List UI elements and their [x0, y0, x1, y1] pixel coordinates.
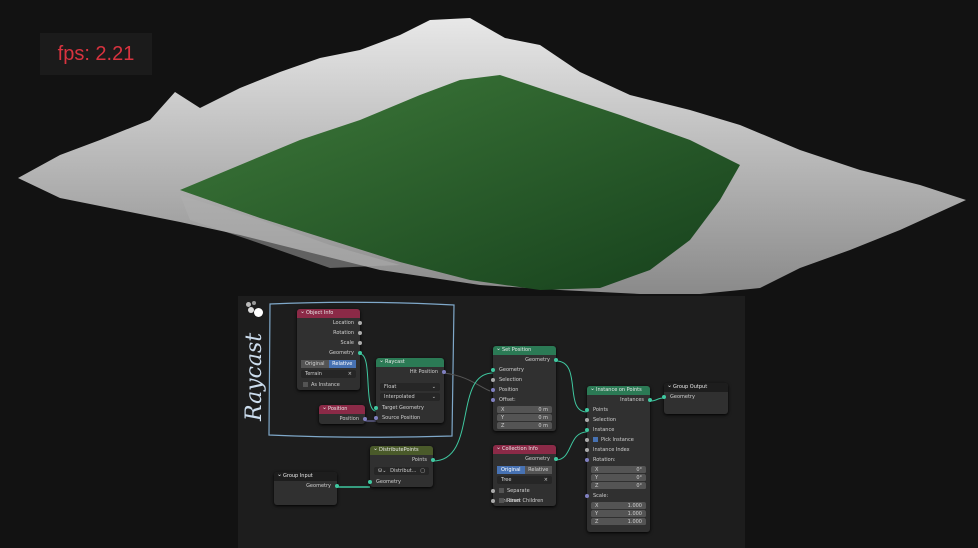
input-offset: Offset:	[491, 395, 556, 405]
node-group-selector[interactable]: ⛁⌄ Distribut... ▢	[374, 467, 429, 475]
group-input-node[interactable]: Group Input Geometry	[274, 470, 339, 505]
original-option[interactable]: Original	[497, 466, 525, 474]
node-header[interactable]: Raycast	[376, 356, 444, 367]
output-position: Position	[319, 414, 367, 424]
output-rotation: Rotation	[297, 328, 362, 338]
frame-label: Raycast	[242, 332, 267, 421]
set-position-node[interactable]: Set Position Geometry Geometry Selection…	[491, 344, 558, 431]
offset-y[interactable]: Y0 m	[497, 414, 552, 422]
node-header[interactable]: Collection Info	[493, 443, 556, 454]
input-instance-index: Instance Index	[585, 445, 650, 455]
rotation-x[interactable]: X 0°	[591, 466, 646, 474]
group-output-node[interactable]: Group Output Geometry	[662, 381, 728, 414]
output-instances: Instances	[587, 395, 652, 405]
node-header[interactable]: Instance on Points	[587, 384, 650, 395]
output-geometry: Geometry	[297, 348, 362, 358]
node-header[interactable]: DistributePoints	[370, 444, 433, 455]
offset-vector[interactable]: X0 m Y0 m Z0 m	[497, 406, 552, 430]
original-option[interactable]: Original	[301, 360, 329, 368]
scale-x[interactable]: X 1.000	[591, 502, 646, 510]
input-target-geometry: Target Geometry	[374, 403, 444, 413]
pick-instance-checkbox[interactable]: Pick Instance	[585, 435, 650, 445]
offset-z[interactable]: Z0 m	[497, 422, 552, 430]
object-field[interactable]: Terrain ×	[301, 370, 356, 378]
transform-space-toggle[interactable]: Original Relative	[301, 360, 356, 368]
distribute-points-node[interactable]: DistributePoints Points ⛁⌄Distribut...▢ …	[368, 444, 435, 487]
input-rotation: Rotation:	[585, 455, 650, 465]
output-hit-position: Hit Position	[376, 367, 446, 377]
input-instance: Instance	[585, 425, 650, 435]
output-geometry: Geometry	[274, 481, 339, 491]
rotation-z[interactable]: Z 0°	[591, 482, 646, 490]
rotation-y[interactable]: Y 0°	[591, 474, 646, 482]
raycast-node[interactable]: Raycast Hit Position Float⌄ Interpolated…	[374, 356, 446, 423]
node-header[interactable]: Position	[319, 403, 365, 414]
node-header[interactable]: Group Output	[664, 381, 728, 392]
mapping-dropdown[interactable]: Interpolated ⌄	[380, 393, 440, 401]
input-points: Points	[585, 405, 650, 415]
output-geometry: Geometry	[493, 355, 558, 365]
input-position: Position	[491, 385, 556, 395]
input-geometry: Geometry	[662, 392, 728, 402]
transform-space-toggle[interactable]: Original Relative	[497, 466, 552, 474]
data-type-dropdown[interactable]: Float ⌄	[380, 383, 440, 391]
output-geometry: Geometry	[493, 454, 558, 464]
clear-icon[interactable]: ×	[348, 370, 352, 378]
fps-counter: fps: 2.21	[40, 33, 152, 75]
relative-option[interactable]: Relative	[524, 466, 552, 474]
separate-children-checkbox[interactable]: Separate Children	[491, 486, 556, 504]
scale-vector[interactable]: X 1.000 Y 1.000 Z 1.000	[591, 502, 646, 526]
node-header[interactable]: Set Position	[493, 344, 556, 355]
clear-icon[interactable]: ×	[544, 476, 548, 484]
scale-y[interactable]: Y 1.000	[591, 510, 646, 518]
scale-z[interactable]: Z 1.000	[591, 518, 646, 526]
fake-user-icon[interactable]: ▢	[420, 467, 425, 475]
node-editor[interactable]: Raycast Object Info Location Rotation Sc…	[238, 296, 745, 548]
input-geometry: Geometry	[368, 477, 433, 487]
output-points: Points	[370, 455, 435, 465]
offset-x[interactable]: X0 m	[497, 406, 552, 414]
reset-children-checkbox[interactable]: Reset Children	[491, 496, 556, 506]
as-instance-checkbox[interactable]: As Instance	[297, 380, 360, 390]
relative-option[interactable]: Relative	[328, 360, 356, 368]
position-node[interactable]: Position Position	[319, 403, 367, 424]
rotation-vector[interactable]: X 0° Y 0° Z 0°	[591, 466, 646, 490]
object-info-node[interactable]: Object Info Location Rotation Scale Geom…	[297, 307, 362, 390]
output-location: Location	[297, 318, 362, 328]
input-scale: Scale:	[585, 491, 650, 501]
input-source-position: Source Position	[374, 413, 444, 423]
node-header[interactable]: Group Input	[274, 470, 337, 481]
input-selection: Selection	[491, 375, 556, 385]
collection-info-node[interactable]: Collection Info Geometry OriginalRelativ…	[491, 443, 558, 506]
output-scale: Scale	[297, 338, 362, 348]
instance-on-points-node[interactable]: Instance on Points Instances Points Sele…	[585, 384, 652, 532]
node-header[interactable]: Object Info	[297, 307, 360, 318]
collection-field[interactable]: Tree ×	[497, 476, 552, 484]
input-geometry: Geometry	[491, 365, 556, 375]
input-selection: Selection	[585, 415, 650, 425]
